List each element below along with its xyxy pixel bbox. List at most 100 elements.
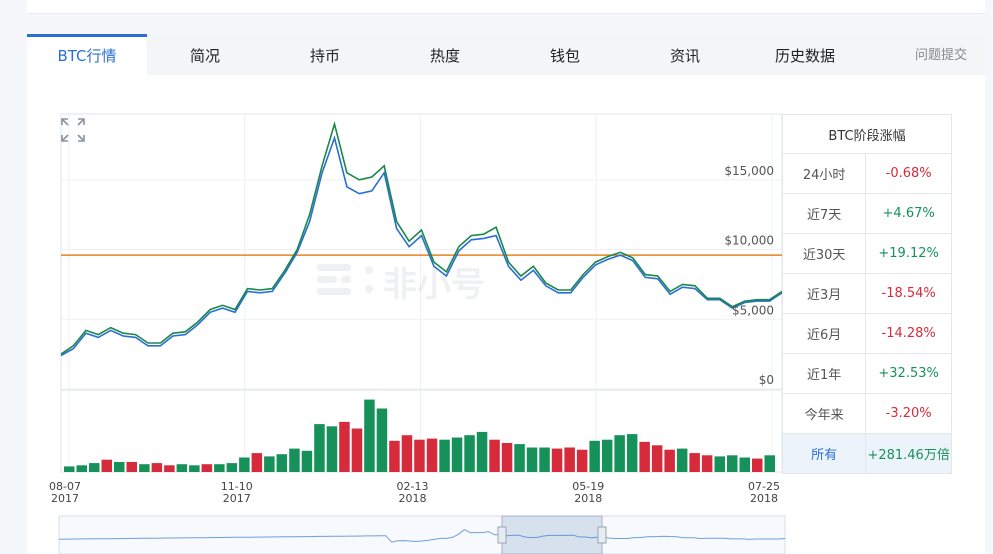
volume-bar (464, 435, 475, 472)
volume-bar (727, 455, 738, 472)
volume-bar (76, 465, 87, 472)
volume-bar (576, 449, 588, 472)
navigator-frame (58, 515, 786, 554)
stat-row: 近1年 +32.53% (781, 353, 952, 394)
stat-row: 今年来 -3.20% (781, 393, 952, 434)
stat-label: 近3月 (781, 273, 867, 314)
navigator-selection[interactable] (501, 515, 603, 554)
volume-bar (451, 437, 463, 472)
x-axis-labels: 08-07201711-10201702-13201805-19201807-2… (49, 480, 780, 505)
volume-bar (601, 439, 613, 472)
volume-bar (701, 455, 713, 472)
volume-bar (489, 439, 500, 472)
volume-bar (589, 440, 600, 472)
volume-bar (614, 435, 625, 472)
y-tick-label: $15,000 (724, 164, 774, 178)
volume-bar (289, 448, 300, 472)
volume-bar (101, 459, 112, 472)
volume-bar (226, 463, 238, 472)
volume-bar (264, 456, 275, 472)
volume-bar (351, 428, 363, 472)
range-navigator (58, 515, 786, 554)
stat-row: 近6月 -14.28% (781, 313, 952, 354)
volume-bar (539, 447, 550, 472)
volume-bar (64, 466, 75, 472)
volume-bar (764, 455, 775, 472)
volume-bar (626, 434, 638, 472)
price-lines (60, 120, 783, 357)
watermark-text: 非小号 (383, 265, 485, 305)
volume-bar (326, 426, 338, 472)
volume-bar (151, 463, 163, 472)
volume-bar (276, 454, 288, 472)
navigator-handle-right[interactable] (597, 526, 607, 544)
volume-bar (176, 464, 188, 472)
volume-bar (251, 453, 263, 472)
stat-value-all: +281.46万倍 (865, 433, 952, 474)
volume-bar (551, 448, 563, 472)
stat-label: 近7天 (781, 193, 867, 234)
y-tick-label: $5,000 (732, 303, 774, 317)
stat-value: -3.20% (865, 393, 952, 434)
volume-bar (164, 465, 175, 472)
navigator-handle-left[interactable] (497, 526, 507, 544)
stat-label: 今年来 (781, 393, 867, 434)
volume-bar (214, 464, 225, 472)
x-tick-year: 2017 (223, 492, 251, 505)
volume-bar (301, 450, 313, 472)
volume-bar (501, 443, 513, 472)
x-tick-year: 2018 (399, 492, 427, 505)
volume-bar (126, 462, 137, 472)
x-tick-year: 2018 (574, 492, 602, 505)
volume-bar (651, 445, 663, 472)
volume-bar (639, 441, 650, 472)
volume-bar (714, 456, 725, 472)
volume-bars (64, 399, 775, 472)
stat-label: 近30天 (781, 233, 867, 274)
volume-bar (139, 464, 150, 472)
top-strip (27, 0, 985, 14)
coin-panel: BTC行情 简况 持币 热度 钱包 资讯 历史数据 问题提交 非小号 $0 $5… (27, 34, 985, 554)
stat-row: 近3月 -18.54% (781, 273, 952, 314)
volume-bar (676, 448, 688, 472)
volume-bar (664, 449, 675, 472)
stage-gain-table: BTC阶段涨幅 24小时 -0.68% 近7天 +4.67% 近30天 +19.12%… (781, 114, 952, 474)
volume-bar (426, 438, 438, 472)
volume-bar (339, 421, 350, 472)
stat-row: 24小时 -0.68% (781, 153, 952, 194)
stat-row: 近7天 +4.67% (781, 193, 952, 234)
stat-label-all[interactable]: 所有 (781, 433, 867, 474)
stat-value: +19.12% (865, 233, 952, 274)
stat-value: +4.67% (865, 193, 952, 234)
stat-label: 24小时 (781, 153, 867, 194)
volume-bar (526, 447, 538, 472)
stat-value: +32.53% (865, 353, 952, 394)
volume-bar (314, 424, 325, 472)
x-tick-year: 2018 (750, 492, 778, 505)
volume-bar (114, 462, 125, 472)
stat-row-all: 所有 +281.46万倍 (781, 433, 952, 474)
volume-bar (514, 444, 525, 472)
stat-value: -18.54% (865, 273, 952, 314)
volume-bar (439, 439, 450, 472)
stat-label: 近6月 (781, 313, 867, 354)
volume-bar (401, 435, 413, 472)
watermark-logo-icon (317, 264, 373, 295)
expand-icon[interactable] (60, 117, 86, 143)
volume-bar (476, 431, 488, 472)
volume-bar (389, 440, 400, 472)
stage-gain-title: BTC阶段涨幅 (782, 114, 952, 154)
x-tick-year: 2017 (51, 492, 79, 505)
price-series-line (60, 135, 783, 357)
stat-value: -0.68% (865, 153, 952, 194)
stat-value: -14.28% (865, 313, 952, 354)
volume-bar (739, 457, 750, 472)
volume-bar (564, 447, 575, 472)
y-tick-label: $10,000 (724, 234, 774, 248)
volume-bar (752, 458, 763, 472)
volume-bar (364, 399, 375, 472)
y-axis-labels: $0 $5,000 $10,000 $15,000 (724, 164, 774, 387)
volume-bar (239, 457, 250, 472)
y-tick-label: $0 (759, 373, 774, 387)
volume-bar (376, 408, 388, 472)
